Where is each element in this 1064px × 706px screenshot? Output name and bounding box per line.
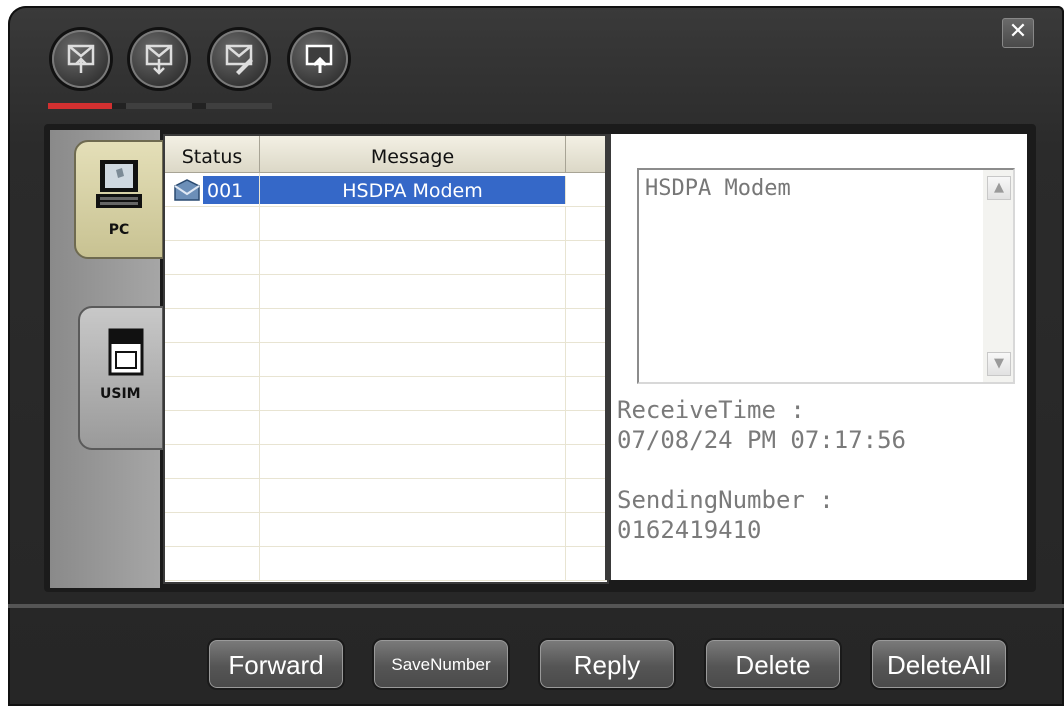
edit-message-button[interactable] — [210, 30, 268, 88]
list-rows: 001 HSDPA Modem — [165, 173, 607, 581]
table-row[interactable]: 001 HSDPA Modem — [165, 173, 607, 207]
list-item — [165, 275, 607, 309]
save-number-button[interactable]: SaveNumber — [372, 638, 510, 690]
message-body-textarea[interactable]: HSDPA Modem ▲ ▼ — [637, 168, 1015, 384]
delete-all-button[interactable]: DeleteAll — [870, 638, 1008, 690]
scroll-down-icon[interactable]: ▼ — [987, 352, 1011, 376]
list-item — [165, 445, 607, 479]
message-body-text: HSDPA Modem — [645, 176, 791, 201]
upload-message-icon — [67, 44, 95, 73]
list-item — [165, 377, 607, 411]
tab-indicator-active — [48, 103, 112, 109]
list-item — [165, 309, 607, 343]
column-header-status[interactable]: Status — [165, 136, 260, 172]
edit-message-icon — [225, 44, 253, 75]
list-item — [165, 513, 607, 547]
list-item — [165, 241, 607, 275]
column-header-message[interactable]: Message — [260, 136, 566, 172]
row-status-text: 001 — [207, 180, 244, 202]
usim-card-icon — [108, 328, 144, 376]
close-button[interactable]: ✕ — [1002, 18, 1034, 48]
list-item — [165, 343, 607, 377]
side-tab-usim[interactable]: USIM — [78, 306, 164, 450]
receive-time-value: 07/08/24 PM 07:17:56 — [617, 426, 906, 454]
side-tab-pc[interactable]: PC — [74, 140, 164, 259]
tab-indicator — [126, 103, 192, 109]
receive-time-label: ReceiveTime : — [617, 396, 805, 424]
footer-separator — [8, 604, 1064, 608]
send-message-button[interactable] — [290, 30, 348, 88]
download-message-icon — [145, 44, 173, 75]
message-list[interactable]: Status Message 001 HSDPA Modem — [163, 134, 609, 584]
side-tab-label: USIM — [100, 386, 141, 402]
delete-button[interactable]: Delete — [704, 638, 842, 690]
send-message-icon — [305, 44, 333, 73]
list-item — [165, 411, 607, 445]
row-status-highlight: 001 — [203, 176, 259, 204]
download-message-button[interactable] — [130, 30, 188, 88]
list-header: Status Message — [165, 136, 607, 173]
tab-indicator-separator — [112, 103, 126, 109]
message-scrollbar[interactable]: ▲ ▼ — [983, 170, 1013, 382]
tab-indicator — [206, 103, 272, 109]
list-item — [165, 547, 607, 581]
tab-indicator-separator — [192, 103, 206, 109]
sending-number-value: 0162419410 — [617, 516, 762, 544]
pc-icon — [96, 160, 142, 208]
side-tab-label: PC — [108, 222, 130, 238]
scroll-up-icon[interactable]: ▲ — [987, 176, 1011, 200]
list-item — [165, 207, 607, 241]
column-header-filler — [566, 136, 604, 172]
list-item — [165, 479, 607, 513]
row-message-cell: HSDPA Modem — [260, 176, 566, 204]
row-status-cell: 001 — [165, 173, 260, 206]
sending-number-label: SendingNumber : — [617, 486, 834, 514]
row-message-text: HSDPA Modem — [342, 180, 483, 202]
forward-button[interactable]: Forward — [207, 638, 345, 690]
message-detail-panel: HSDPA Modem ▲ ▼ ReceiveTime : 07/08/24 P… — [611, 134, 1027, 580]
message-read-icon — [174, 179, 200, 201]
upload-message-button[interactable] — [52, 30, 110, 88]
reply-button[interactable]: Reply — [538, 638, 676, 690]
